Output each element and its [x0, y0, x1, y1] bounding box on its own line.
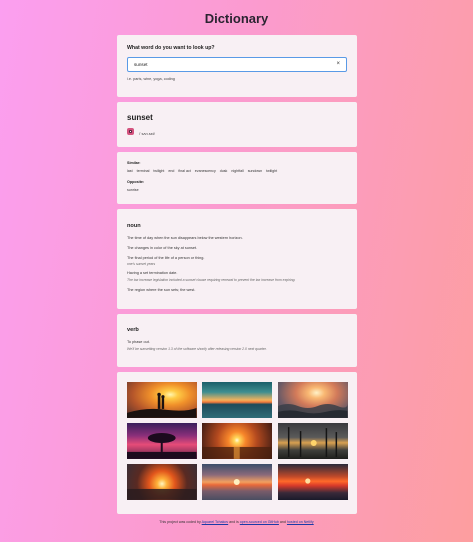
noun-heading: noun — [127, 223, 141, 229]
word-card: sunset /ˈsʌn.sɛt/ — [117, 102, 357, 147]
sea-horizon — [127, 488, 197, 500]
search-input[interactable] — [128, 58, 334, 71]
synonyms-card: Similar: last terminal twilight end fina… — [117, 152, 357, 204]
synonym-item[interactable]: dusk — [220, 169, 228, 173]
synonyms-label: Similar: — [127, 161, 141, 165]
synonym-item[interactable]: evanescency — [195, 169, 216, 173]
definition: The changes in color of the sky at sunse… — [127, 246, 198, 250]
speaker-icon-inner — [128, 129, 133, 134]
search-card: What word do you want to look up? × i.e.… — [117, 35, 357, 97]
antonyms-list: sunrise — [127, 188, 139, 192]
author-link[interactable]: Aquarel Tchakov — [202, 520, 229, 524]
example: one's sunset years — [127, 262, 156, 266]
search-hint: i.e. paris, wine, yoga, coding — [127, 77, 175, 81]
photos-card — [117, 372, 357, 514]
water-reflection — [202, 446, 272, 459]
github-link[interactable]: open-sourced on GitHub — [240, 520, 279, 524]
definition: To phase out. — [127, 340, 150, 344]
clear-icon[interactable]: × — [336, 61, 340, 68]
synonym-item[interactable]: twilight — [266, 169, 277, 173]
speaker-icon[interactable] — [127, 128, 134, 135]
synonym-item[interactable]: final act — [178, 169, 190, 173]
sunset-photo[interactable] — [202, 382, 272, 418]
antonyms-label: Opposite: — [127, 180, 145, 184]
sunset-photo[interactable] — [278, 382, 348, 418]
synonym-item[interactable]: terminal — [137, 169, 150, 173]
footer: This project was coded by Aquarel Tchako… — [0, 520, 473, 524]
sunset-photo[interactable] — [127, 382, 197, 418]
sunset-photo[interactable] — [127, 423, 197, 459]
definition: The time of day when the sun disappears … — [127, 236, 243, 240]
couple-silhouette — [127, 392, 197, 418]
sunset-photo[interactable] — [202, 464, 272, 500]
synonym-item[interactable]: last — [127, 169, 133, 173]
synonym-item[interactable]: nightfall — [231, 169, 243, 173]
search-box[interactable]: × — [127, 57, 347, 72]
netlify-link[interactable]: hosted on Netlify — [287, 520, 314, 524]
sun — [305, 478, 311, 484]
footer-text: This project was coded by — [159, 520, 202, 524]
noun-card: noun The time of day when the sun disapp… — [117, 209, 357, 309]
synonyms-list: last terminal twilight end final act eva… — [127, 169, 277, 173]
page-title: Dictionary — [204, 11, 269, 26]
search-question: What word do you want to look up? — [127, 45, 215, 51]
verb-heading: verb — [127, 327, 139, 333]
word-heading: sunset — [127, 113, 153, 122]
trees-silhouette — [287, 427, 338, 457]
tree-silhouette — [127, 433, 197, 459]
sun — [233, 479, 240, 485]
synonym-item[interactable]: twilight — [153, 169, 164, 173]
antonym-item[interactable]: sunrise — [127, 188, 139, 192]
footer-text: and — [278, 520, 287, 524]
example: The tax increase legislation included a … — [127, 278, 296, 282]
synonym-item[interactable]: sundown — [248, 169, 262, 173]
definition: The region where the sun sets; the west. — [127, 288, 196, 292]
sunset-photo[interactable] — [278, 423, 348, 459]
sunset-photo[interactable] — [278, 464, 348, 500]
definition: Having a set termination date. — [127, 271, 178, 275]
waves — [278, 403, 348, 418]
definition: The final period of the life of a person… — [127, 256, 205, 260]
phonetic-text: /ˈsʌn.sɛt/ — [139, 130, 155, 136]
sunset-photo[interactable] — [202, 423, 272, 459]
footer-text: and is — [228, 520, 240, 524]
synonym-item[interactable]: end — [168, 169, 174, 173]
example: We'll be sunsetting version 1.3 of the s… — [127, 347, 267, 351]
verb-card: verb To phase out. We'll be sunsetting v… — [117, 314, 357, 367]
sunset-photo[interactable] — [127, 464, 197, 500]
